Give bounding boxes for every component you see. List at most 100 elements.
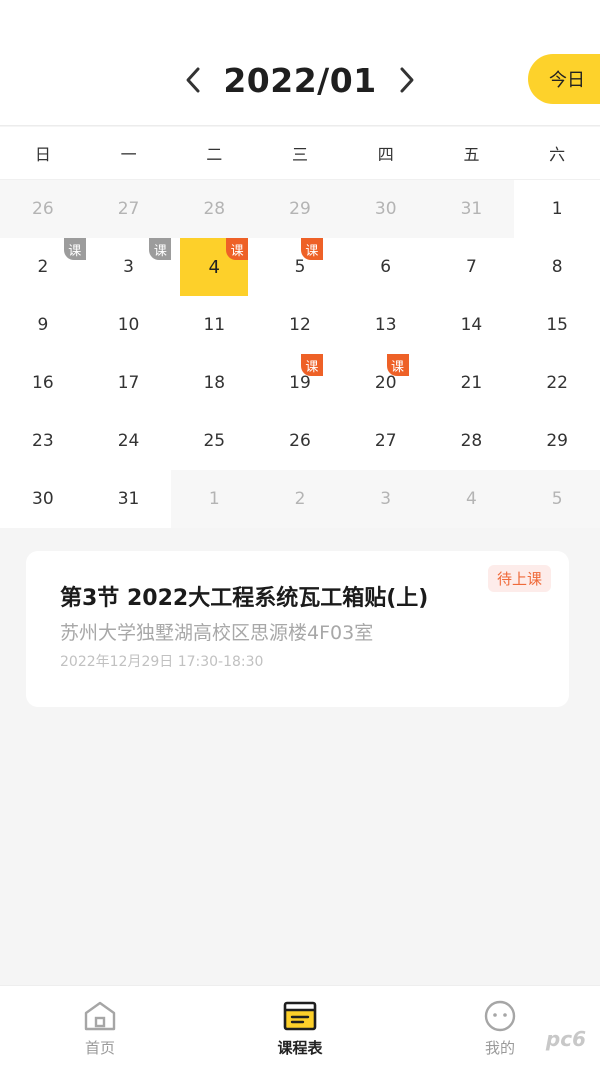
calendar-day[interactable]: 5课: [257, 238, 343, 296]
calendar-day[interactable]: 6: [343, 238, 429, 296]
day-number: 16: [32, 373, 54, 393]
calendar-day[interactable]: 25: [171, 412, 257, 470]
weekday-label: 二: [206, 145, 223, 164]
calendar-day[interactable]: 29: [257, 180, 343, 238]
calendar-day[interactable]: 31: [428, 180, 515, 238]
month-navigation: 2022/01: [0, 52, 600, 108]
calendar-day[interactable]: 2课: [0, 238, 86, 296]
day-number: 1: [551, 199, 563, 219]
calendar-day[interactable]: 1: [514, 180, 600, 238]
calendar-day[interactable]: 3课: [86, 238, 172, 296]
calendar-day[interactable]: 2: [257, 470, 343, 528]
calendar-day-selected[interactable]: 4课: [171, 238, 257, 296]
calendar-day[interactable]: 28: [429, 412, 515, 470]
day-number: 20: [374, 373, 397, 393]
calendar-day[interactable]: 8: [514, 238, 600, 296]
calendar-day[interactable]: 15: [514, 296, 600, 354]
calendar-day[interactable]: 1: [171, 470, 258, 528]
day-number: 26: [289, 431, 311, 451]
course-card[interactable]: 待上课 第3节 2022大工程系统瓦工箱贴(上) 苏州大学独墅湖高校区思源楼4F…: [26, 551, 569, 707]
calendar-day[interactable]: 18: [171, 354, 257, 412]
calendar-day[interactable]: 20 课: [343, 354, 429, 412]
day-number: 14: [460, 315, 483, 335]
course-badge: 课: [63, 238, 86, 260]
calendar-day[interactable]: 27: [343, 412, 429, 470]
day-number: 8: [551, 257, 563, 277]
day-number: 11: [203, 315, 226, 335]
day-number: 21: [460, 373, 483, 393]
day-number: 2: [37, 257, 49, 277]
calendar-day[interactable]: 7: [429, 238, 515, 296]
day-number: 1: [208, 489, 220, 509]
tab-schedule[interactable]: 课程表: [200, 986, 400, 1067]
weekday-label: 六: [549, 145, 566, 164]
course-badge: 课: [386, 354, 409, 376]
day-number: 13: [374, 315, 397, 335]
day-number: 10: [117, 315, 140, 335]
calendar-day[interactable]: 16: [0, 354, 86, 412]
day-number: 17: [117, 373, 140, 393]
calendar-day[interactable]: 24: [86, 412, 172, 470]
watermark-logo: pc6: [545, 1027, 586, 1051]
course-location: 苏州大学独墅湖高校区思源楼4F03室: [60, 622, 374, 644]
weekday-label: 一: [120, 145, 137, 164]
weekday-label: 三: [292, 145, 309, 164]
calendar-day[interactable]: 31: [86, 470, 172, 528]
calendar-header: 2022/01 今日: [0, 0, 600, 126]
day-number: 30: [374, 199, 397, 219]
schedule-icon: [283, 1001, 317, 1031]
day-number: 28: [203, 199, 226, 219]
calendar-day[interactable]: 30: [0, 470, 86, 528]
calendar-day[interactable]: 30: [342, 180, 429, 238]
calendar-day[interactable]: 22: [514, 354, 600, 412]
calendar-day[interactable]: 4: [428, 470, 515, 528]
course-time: 2022年12月29日 17:30-18:30: [60, 654, 264, 670]
calendar-day[interactable]: 27: [85, 180, 172, 238]
tab-schedule-label: 课程表: [277, 1039, 323, 1057]
day-number: 4: [208, 256, 220, 278]
day-number: 28: [460, 431, 483, 451]
bottom-tab-bar: 首页 课程表 我的 pc6: [0, 985, 600, 1067]
course-badge: 课: [226, 238, 249, 260]
day-number: 3: [123, 257, 134, 277]
day-number: 22: [546, 373, 568, 393]
calendar-day[interactable]: 14: [429, 296, 515, 354]
calendar-day[interactable]: 3: [342, 470, 429, 528]
day-number: 3: [380, 489, 392, 509]
calendar-day[interactable]: 19 课: [257, 354, 343, 412]
prev-month-button[interactable]: [173, 55, 213, 105]
day-number: 5: [551, 489, 563, 509]
calendar-day[interactable]: 21: [429, 354, 515, 412]
calendar-day[interactable]: 26: [0, 180, 86, 238]
calendar-day[interactable]: 28: [171, 180, 258, 238]
weekday-label: 日: [34, 145, 51, 164]
tab-home[interactable]: 首页: [0, 986, 200, 1067]
day-number: 15: [546, 315, 568, 335]
day-number: 4: [466, 489, 477, 509]
calendar-day[interactable]: 17: [86, 354, 172, 412]
status-badge: 待上课: [487, 565, 551, 592]
profile-icon: [484, 1000, 516, 1032]
day-number: 5: [294, 257, 306, 277]
day-number: 2: [294, 489, 306, 509]
day-grid: 26 27 28 29 30 31 1 2 课 3 课 4 课 5 课 6 7 8 9 10 11 12 13 14 15 16 1…: [0, 180, 600, 528]
tab-home-label: 首页: [84, 1039, 115, 1057]
calendar-day[interactable]: 9: [0, 296, 86, 354]
calendar-day[interactable]: 23: [0, 412, 86, 470]
weekday-label: 四: [377, 145, 394, 164]
calendar-day[interactable]: 12: [257, 296, 343, 354]
day-number: 12: [289, 315, 311, 335]
today-button[interactable]: 今日: [528, 54, 600, 104]
calendar-day[interactable]: 11: [171, 296, 257, 354]
calendar-day[interactable]: 5: [514, 470, 600, 528]
course-badge: 课: [300, 354, 323, 376]
day-number: 24: [117, 431, 140, 451]
day-number: 31: [117, 489, 140, 509]
calendar-day[interactable]: 13: [343, 296, 429, 354]
course-badge: 课: [149, 238, 172, 260]
calendar-day[interactable]: 26: [257, 412, 343, 470]
next-month-button[interactable]: [387, 55, 427, 105]
day-number: 27: [117, 199, 140, 219]
calendar-day[interactable]: 29: [514, 412, 600, 470]
calendar-day[interactable]: 10: [86, 296, 172, 354]
